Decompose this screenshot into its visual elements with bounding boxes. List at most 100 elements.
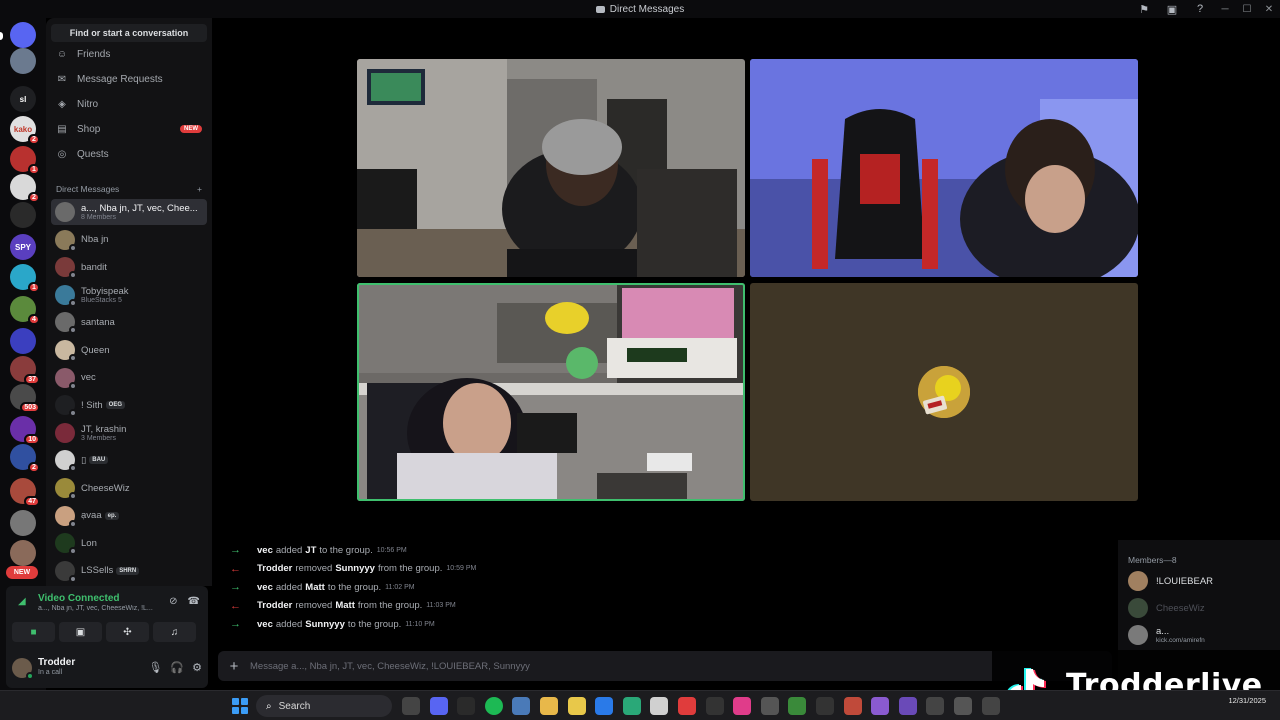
dm-item[interactable]: LSSells SHRN xyxy=(51,558,207,584)
server-icon[interactable] xyxy=(10,48,36,74)
member-item[interactable]: a... kick.com/amirefn xyxy=(1128,624,1205,646)
edge-icon[interactable] xyxy=(595,697,614,715)
maximize-button[interactable]: ☐ xyxy=(1236,0,1258,18)
message-composer[interactable]: + Message a..., Nba jn, JT, vec, CheeseW… xyxy=(218,651,1112,681)
close-button[interactable]: ✕ xyxy=(1258,0,1280,18)
microphone-icon[interactable]: 🎙 xyxy=(148,661,162,674)
start-button[interactable] xyxy=(232,698,248,714)
app-icon[interactable] xyxy=(954,697,972,715)
app-icon[interactable] xyxy=(981,697,1000,715)
nav-shop[interactable]: ▤ Shop NEW xyxy=(52,118,206,140)
nav-nitro[interactable]: ◈ Nitro xyxy=(52,93,206,115)
message-target[interactable]: Matt xyxy=(335,600,355,611)
app-icon[interactable] xyxy=(816,697,834,715)
noise-suppression-icon[interactable]: ⊘ xyxy=(169,596,177,607)
app-icon[interactable] xyxy=(650,697,669,715)
server-icon[interactable]: 10 xyxy=(10,416,40,445)
create-dm-icon[interactable]: + xyxy=(197,184,202,194)
disconnect-icon[interactable]: ☎ xyxy=(188,596,200,607)
voice-status[interactable]: Video Connected xyxy=(38,593,120,604)
member-item[interactable]: !LOUIEBEAR xyxy=(1128,570,1213,592)
video-tile-3[interactable] xyxy=(357,283,745,501)
app-icon[interactable] xyxy=(843,697,862,715)
dm-item[interactable]: bandit xyxy=(51,254,207,280)
server-icon[interactable]: 1 xyxy=(10,146,40,175)
video-tile-1[interactable] xyxy=(357,59,745,277)
dm-item[interactable]: ạvaa ep. xyxy=(51,503,207,529)
app-icon[interactable] xyxy=(898,697,917,715)
server-icon[interactable]: 37 xyxy=(10,356,40,385)
nav-friends[interactable]: ☺ Friends xyxy=(52,43,206,65)
dm-item[interactable]: a..., Nba jn, JT, vec, Chee... 8 Members xyxy=(51,199,207,225)
voice-channel-name[interactable]: a..., Nba jn, JT, vec, CheeseWiz, !L... xyxy=(38,605,153,612)
minecraft-icon[interactable] xyxy=(788,697,807,715)
app-icon[interactable] xyxy=(926,697,945,715)
message-target[interactable]: JT xyxy=(305,545,316,556)
server-icon[interactable]: 503 xyxy=(10,384,40,413)
message-target[interactable]: Sunnyyy xyxy=(335,563,375,574)
message-actor[interactable]: Trodder xyxy=(257,600,292,611)
chrome-icon[interactable] xyxy=(540,697,558,715)
message-actor[interactable]: Trodder xyxy=(257,563,292,574)
youtube-icon[interactable] xyxy=(678,697,696,715)
home-button[interactable] xyxy=(10,22,36,48)
help-icon[interactable]: ? xyxy=(1186,0,1214,18)
server-icon[interactable] xyxy=(10,510,36,536)
screen-share-button[interactable]: ▣ xyxy=(59,622,102,642)
nav-message-requests[interactable]: ✉ Message Requests xyxy=(52,68,206,90)
dm-item[interactable]: Queen xyxy=(51,337,207,363)
soundboard-button[interactable]: ♫ xyxy=(153,622,196,642)
server-icon[interactable]: 2 xyxy=(10,444,40,473)
server-icon[interactable]: sl xyxy=(10,86,36,112)
photos-icon[interactable] xyxy=(512,697,531,715)
dm-item[interactable]: ▯ BAU xyxy=(51,447,207,473)
server-icon[interactable]: 2 xyxy=(10,174,40,203)
app-icon[interactable] xyxy=(705,697,724,715)
server-icon[interactable]: 1 xyxy=(10,264,40,293)
server-icon[interactable] xyxy=(10,540,36,566)
inbox-tray-icon[interactable]: ▣ xyxy=(1158,0,1186,18)
app-icon[interactable] xyxy=(733,697,752,715)
camera-button[interactable]: ■ xyxy=(12,622,55,642)
dm-item[interactable]: ! Sith OEG xyxy=(51,392,207,418)
app-icon[interactable] xyxy=(871,697,890,715)
video-tile-2[interactable] xyxy=(750,59,1138,277)
signal-icon[interactable]: ◢ xyxy=(18,596,30,608)
video-tile-4[interactable] xyxy=(750,283,1138,501)
settings-icon[interactable]: ⚙ xyxy=(192,661,202,674)
message-input[interactable]: Message a..., Nba jn, JT, vec, CheeseWiz… xyxy=(250,661,530,672)
nav-quests[interactable]: ◎ Quests xyxy=(52,143,206,165)
obs-icon[interactable] xyxy=(457,697,476,715)
find-conversation-button[interactable]: Find or start a conversation xyxy=(51,24,207,42)
browser-icon[interactable] xyxy=(402,697,420,715)
dm-item[interactable]: santana xyxy=(51,309,207,335)
file-explorer-icon[interactable] xyxy=(567,697,586,715)
dm-item[interactable]: Lon xyxy=(51,530,207,556)
server-icon[interactable] xyxy=(10,328,36,354)
dm-item[interactable]: JT, krashin 3 Members xyxy=(51,420,207,446)
spotify-icon[interactable] xyxy=(484,697,503,715)
dm-item[interactable]: vec xyxy=(51,365,207,391)
clock[interactable]: 12/31/2025 xyxy=(1228,696,1266,706)
avatar[interactable] xyxy=(12,658,34,680)
dm-item[interactable]: Tobyispeak BlueStacks 5 xyxy=(51,282,207,308)
dm-item[interactable]: CheeseWiz xyxy=(51,475,207,501)
settings-icon[interactable] xyxy=(760,697,779,715)
flag-icon[interactable]: ⚑ xyxy=(1130,0,1158,18)
message-actor[interactable]: vec xyxy=(257,582,273,593)
username[interactable]: Trodder xyxy=(38,657,75,668)
message-target[interactable]: Sunnyyy xyxy=(305,619,345,630)
headphones-icon[interactable]: 🎧 xyxy=(170,661,184,674)
dm-item[interactable]: Nba jn xyxy=(51,227,207,253)
server-icon[interactable]: 47 xyxy=(10,478,40,507)
discord-icon[interactable] xyxy=(429,697,448,715)
terminal-icon[interactable] xyxy=(622,697,641,715)
member-item[interactable]: CheeseWiz xyxy=(1128,597,1205,619)
add-attachment-icon[interactable]: + xyxy=(218,658,250,675)
new-server-badge[interactable]: NEW xyxy=(6,566,38,579)
minimize-button[interactable]: ─ xyxy=(1214,0,1236,18)
activities-button[interactable]: ✣ xyxy=(106,622,149,642)
server-icon[interactable]: SPY xyxy=(10,234,36,260)
server-icon[interactable] xyxy=(10,202,36,228)
server-icon[interactable]: 4 xyxy=(10,296,40,325)
